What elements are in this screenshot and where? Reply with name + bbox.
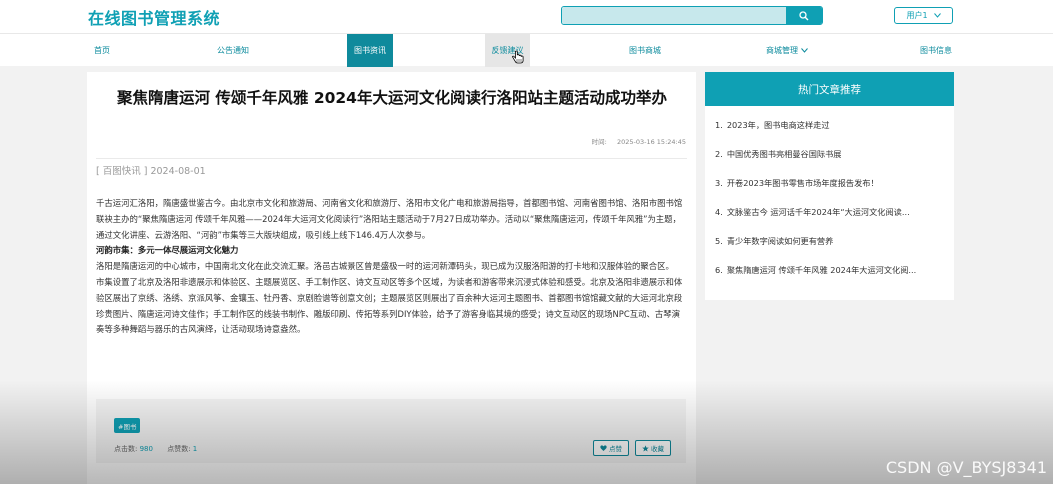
item-label: 文脉鉴古今 运河话千年2024年“大运河文化阅读... — [726, 207, 910, 217]
item-label: 2023年，图书电商这样走过 — [726, 120, 830, 130]
tag-badge[interactable]: #图书 — [114, 418, 141, 433]
nav-home[interactable]: 首页 — [80, 34, 124, 67]
chevron-down-icon — [933, 13, 941, 18]
hand-cursor-icon — [512, 50, 524, 64]
clicks-count: 980 — [139, 445, 153, 453]
main-nav: 首页 公告通知 图书资讯 反馈建议 图书商城 商城管理 图书信息 — [0, 33, 1053, 67]
hot-article-item[interactable]: 6. 聚焦隋唐运河 传颂千年风雅 2024年大运河文化阅... — [715, 256, 944, 285]
heart-icon — [600, 445, 607, 451]
search-icon — [799, 10, 809, 20]
chevron-down-icon — [801, 48, 808, 53]
nav-announcements[interactable]: 公告通知 — [200, 34, 266, 67]
hot-articles-panel: 热门文章推荐 1. 2023年，图书电商这样走过 2. 中国优秀图书亮相曼谷国际书展… — [705, 72, 954, 300]
nav-mall-management[interactable]: 商城管理 — [752, 34, 822, 67]
hot-article-item[interactable]: 3. 开卷2023年图书零售市场年度报告发布！ — [715, 169, 944, 198]
article-subtitle: 河韵市集：多元一体尽展运河文化魅力 — [96, 245, 239, 256]
hot-articles-title: 热门文章推荐 — [705, 72, 954, 106]
clicks-label: 点击数: — [114, 445, 138, 453]
item-index: 5. — [715, 236, 723, 246]
article-meta-box: #图书 点击数: 980 点赞数: 1 点赞 收藏 — [96, 399, 686, 463]
item-label: 中国优秀图书亮相曼谷国际书展 — [726, 149, 842, 159]
watermark: CSDN @V_BYSJ8341 — [885, 458, 1047, 477]
item-label: 聚焦隋唐运河 传颂千年风雅 2024年大运河文化阅... — [726, 265, 917, 275]
search-bar — [561, 6, 823, 25]
divider — [96, 158, 687, 159]
article-title: 聚焦隋唐运河 传颂千年风雅 2024年大运河文化阅读行洛阳站主题活动成功举办 — [117, 89, 667, 107]
item-index: 6. — [715, 265, 723, 275]
nav-book-mall[interactable]: 图书商城 — [612, 34, 678, 67]
nav-book-news[interactable]: 图书资讯 — [347, 34, 393, 67]
article-stats: 点击数: 980 点赞数: 1 — [114, 444, 209, 454]
time-label: 时间: — [591, 138, 607, 146]
article-body: 千古运河汇洛阳，隋唐盛世鉴古今。由北京市文化和旅游局、河南省文化和旅游厅、洛阳市… — [96, 196, 688, 338]
time-value: 2025-03-16 15:24:45 — [616, 138, 686, 146]
item-index: 1. — [715, 120, 723, 130]
article-source-date: [ 百图快讯 ] 2024-08-01 — [96, 166, 206, 177]
item-index: 2. — [715, 149, 723, 159]
article-panel: 聚焦隋唐运河 传颂千年风雅 2024年大运河文化阅读行洛阳站主题活动成功举办 时… — [87, 72, 696, 484]
favorite-button[interactable]: 收藏 — [635, 440, 671, 456]
site-logo[interactable]: 在线图书管理系统 — [88, 5, 220, 29]
hot-article-item[interactable]: 5. 青少年数字阅读如何更有营养 — [715, 227, 944, 256]
article-time: 时间: 2025-03-16 15:24:45 — [592, 136, 686, 146]
item-label: 青少年数字阅读如何更有营养 — [726, 236, 834, 246]
item-label: 开卷2023年图书零售市场年度报告发布！ — [726, 178, 879, 188]
nav-book-info[interactable]: 图书信息 — [906, 34, 966, 67]
hot-articles-list: 1. 2023年，图书电商这样走过 2. 中国优秀图书亮相曼谷国际书展 3. 开卷20… — [705, 106, 954, 285]
item-index: 4. — [715, 207, 723, 217]
likes-count: 1 — [192, 445, 198, 453]
search-button[interactable] — [786, 7, 822, 24]
top-header: 在线图书管理系统 用户1 — [0, 0, 1053, 33]
article-paragraph: 市集设置了北京及洛阳非遗展示和体验区、主题展览区、手工制作区、诗文互动区等多个区… — [96, 276, 683, 335]
like-button[interactable]: 点赞 — [593, 440, 629, 456]
user-label: 用户1 — [906, 11, 928, 20]
like-button-label: 点赞 — [609, 445, 622, 453]
item-index: 3. — [715, 178, 723, 188]
favorite-button-label: 收藏 — [651, 445, 664, 453]
hot-article-item[interactable]: 2. 中国优秀图书亮相曼谷国际书展 — [715, 140, 944, 169]
hot-article-item[interactable]: 1. 2023年，图书电商这样走过 — [715, 111, 944, 140]
user-menu-button[interactable]: 用户1 — [894, 7, 953, 24]
likes-label: 点赞数: — [167, 445, 191, 453]
search-input[interactable] — [562, 7, 786, 24]
star-icon — [642, 444, 649, 452]
article-paragraph: 千古运河汇洛阳，隋唐盛世鉴古今。由北京市文化和旅游局、河南省文化和旅游厅、洛阳市… — [96, 198, 683, 240]
nav-mall-management-label: 商城管理 — [766, 46, 798, 55]
hot-article-item[interactable]: 4. 文脉鉴古今 运河话千年2024年“大运河文化阅读... — [715, 198, 944, 227]
article-paragraph: 洛阳是隋唐运河的中心城市，中国南北文化在此交流汇聚。洛邑古城景区曾是盛极一时的运… — [96, 261, 674, 272]
